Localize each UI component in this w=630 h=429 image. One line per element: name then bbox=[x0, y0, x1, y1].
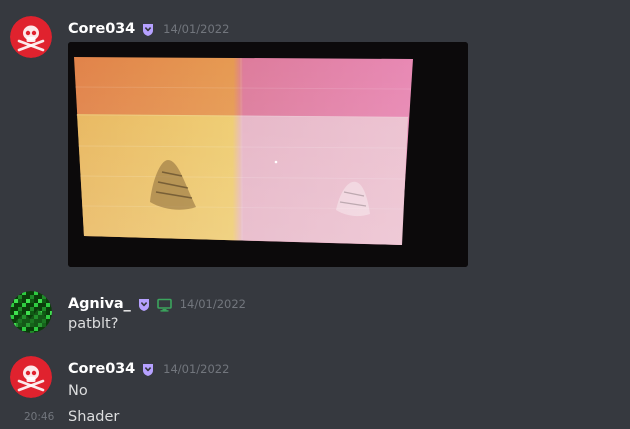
message-timestamp[interactable]: 14/01/2022 bbox=[180, 297, 246, 311]
message-header: Agniva_ 14/01/2022 bbox=[68, 294, 246, 314]
message-content: No bbox=[68, 383, 88, 399]
username[interactable]: Agniva_ bbox=[68, 296, 131, 312]
message-group-agniva: Agniva_ 14/01/2022 patblt? bbox=[0, 275, 630, 340]
username[interactable]: Core034 bbox=[68, 21, 135, 37]
skull-crossbones-icon bbox=[10, 356, 52, 398]
chat-view: { "messages": [ { "author": "Core034", "… bbox=[0, 0, 630, 429]
message-header: Core034 14/01/2022 bbox=[68, 19, 229, 39]
green-pixel-avatar-icon bbox=[10, 291, 52, 333]
username[interactable]: Core034 bbox=[68, 361, 135, 377]
message-header: Core034 14/01/2022 bbox=[68, 359, 229, 379]
message-timestamp[interactable]: 14/01/2022 bbox=[163, 22, 229, 36]
message-timestamp[interactable]: 14/01/2022 bbox=[163, 362, 229, 376]
skull-crossbones-icon bbox=[10, 16, 52, 58]
user-avatar-core034[interactable] bbox=[10, 16, 52, 58]
message-content: Shader bbox=[68, 409, 120, 425]
nitro-shield-badge-icon[interactable] bbox=[137, 297, 151, 311]
nitro-shield-badge-icon[interactable] bbox=[141, 22, 155, 36]
monitor-photo-image bbox=[68, 42, 468, 267]
user-avatar-core034[interactable] bbox=[10, 356, 52, 398]
message-hover-timestamp[interactable]: 20:46 bbox=[24, 407, 54, 427]
nitro-shield-badge-icon[interactable] bbox=[141, 362, 155, 376]
message-content: patblt? bbox=[68, 316, 119, 332]
image-attachment[interactable] bbox=[68, 42, 468, 267]
user-avatar-agniva[interactable] bbox=[10, 291, 52, 333]
desktop-monitor-icon[interactable] bbox=[156, 297, 172, 312]
message-group-core034-1: Core034 14/01/2022 bbox=[0, 0, 630, 275]
message-group-core034-2: Core034 14/01/2022 No 20:46 Shader bbox=[0, 340, 630, 429]
